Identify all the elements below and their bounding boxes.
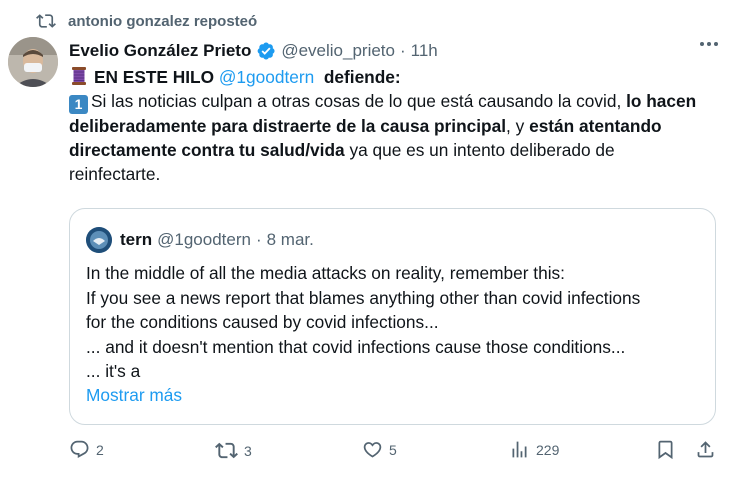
quote-author-handle: @1goodtern (157, 230, 251, 249)
like-button[interactable]: 5 (362, 439, 397, 460)
quote-header: tern @1goodtern · 8 mar. (86, 227, 314, 253)
reply-button[interactable]: 2 (69, 439, 104, 460)
share-button[interactable] (695, 439, 716, 460)
separator-dot: · (399, 41, 406, 60)
text-segment: Si las noticias culpan a otras cosas de … (91, 91, 622, 111)
views-button[interactable]: 229 (509, 439, 559, 460)
repost-icon (36, 11, 56, 31)
separator-dot: · (255, 230, 262, 249)
quote-line: ... and it doesn't mention that covid in… (86, 336, 626, 357)
keycap-one-icon: 1 (69, 95, 88, 114)
paragraph-1: 1 Si las noticias culpan a otras cosas de… (69, 89, 709, 186)
avatar[interactable] (8, 37, 58, 87)
repost-count: 3 (244, 442, 252, 459)
bookmark-button[interactable] (655, 439, 676, 460)
tweet-time[interactable]: 11h (411, 41, 438, 61)
quote-line: for the conditions caused by covid infec… (86, 312, 439, 332)
share-icon (695, 439, 716, 460)
mention-link[interactable]: @1goodtern (219, 67, 314, 87)
verified-badge-icon (256, 41, 276, 61)
thread-line: EN ESTE HILO @1goodtern defiende: (69, 65, 709, 89)
repost-icon (215, 439, 238, 462)
text-segment: , y (506, 116, 525, 136)
author-handle[interactable]: @evelio_prieto (281, 41, 395, 61)
show-more-link[interactable]: Mostrar más (86, 385, 182, 406)
bookmark-icon (655, 439, 676, 460)
reply-count: 2 (96, 441, 104, 458)
tweet-header: Evelio González Prieto @evelio_prieto · … (69, 38, 724, 64)
quoted-tweet[interactable]: tern @1goodtern · 8 mar. In the middle o… (69, 208, 716, 425)
quote-line: In the middle of all the media attacks o… (86, 263, 565, 283)
views-icon (509, 439, 530, 460)
repost-button[interactable]: 3 (215, 439, 252, 462)
reply-icon (69, 439, 90, 460)
views-count: 229 (536, 441, 560, 458)
heart-icon (362, 439, 383, 460)
quote-text: In the middle of all the media attacks o… (86, 261, 706, 384)
quote-line: If you see a news report that blames any… (86, 287, 641, 308)
quote-author-name: tern (120, 230, 153, 249)
more-options-icon[interactable] (700, 42, 718, 46)
thread-label: EN ESTE HILO (94, 67, 215, 87)
tweet: Evelio González Prieto @evelio_prieto · … (69, 38, 724, 186)
thread-spool-icon (69, 66, 89, 86)
thread-suffix: defiende: (323, 67, 401, 87)
repost-indicator[interactable]: antonio gonzalez reposteó (36, 11, 257, 31)
repost-label: antonio gonzalez reposteó (68, 12, 258, 30)
quote-date: 8 mar. (266, 230, 314, 249)
like-count: 5 (389, 441, 397, 458)
action-bar: 2 3 5 229 (69, 439, 724, 465)
tweet-text: EN ESTE HILO @1goodtern defiende: 1 Si la… (69, 65, 709, 186)
author-name[interactable]: Evelio González Prieto (69, 41, 251, 61)
quote-avatar (86, 227, 112, 253)
quote-line: ... it's a (86, 361, 141, 381)
